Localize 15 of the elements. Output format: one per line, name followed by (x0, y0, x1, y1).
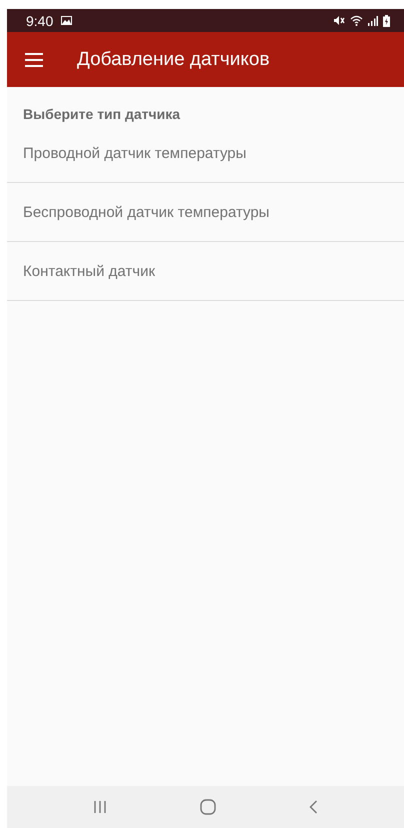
back-icon[interactable] (308, 800, 318, 814)
image-icon (61, 16, 72, 25)
sensor-type-item[interactable]: Проводной датчик температуры (7, 124, 404, 183)
sensor-type-item[interactable]: Беспроводной датчик температуры (7, 183, 404, 242)
status-time: 9:40 (26, 12, 54, 28)
home-icon[interactable] (200, 799, 216, 815)
menu-icon[interactable] (25, 52, 43, 66)
wifi-icon (350, 15, 363, 26)
mute-icon (333, 15, 345, 26)
battery-icon (383, 14, 390, 26)
sensor-type-item[interactable]: Контактный датчик (7, 242, 404, 301)
section-title: Выберите тип датчика (22, 105, 182, 124)
screen-title: Добавление датчиков (77, 48, 270, 70)
signal-icon (368, 16, 378, 26)
recent-apps-icon[interactable] (93, 800, 108, 814)
